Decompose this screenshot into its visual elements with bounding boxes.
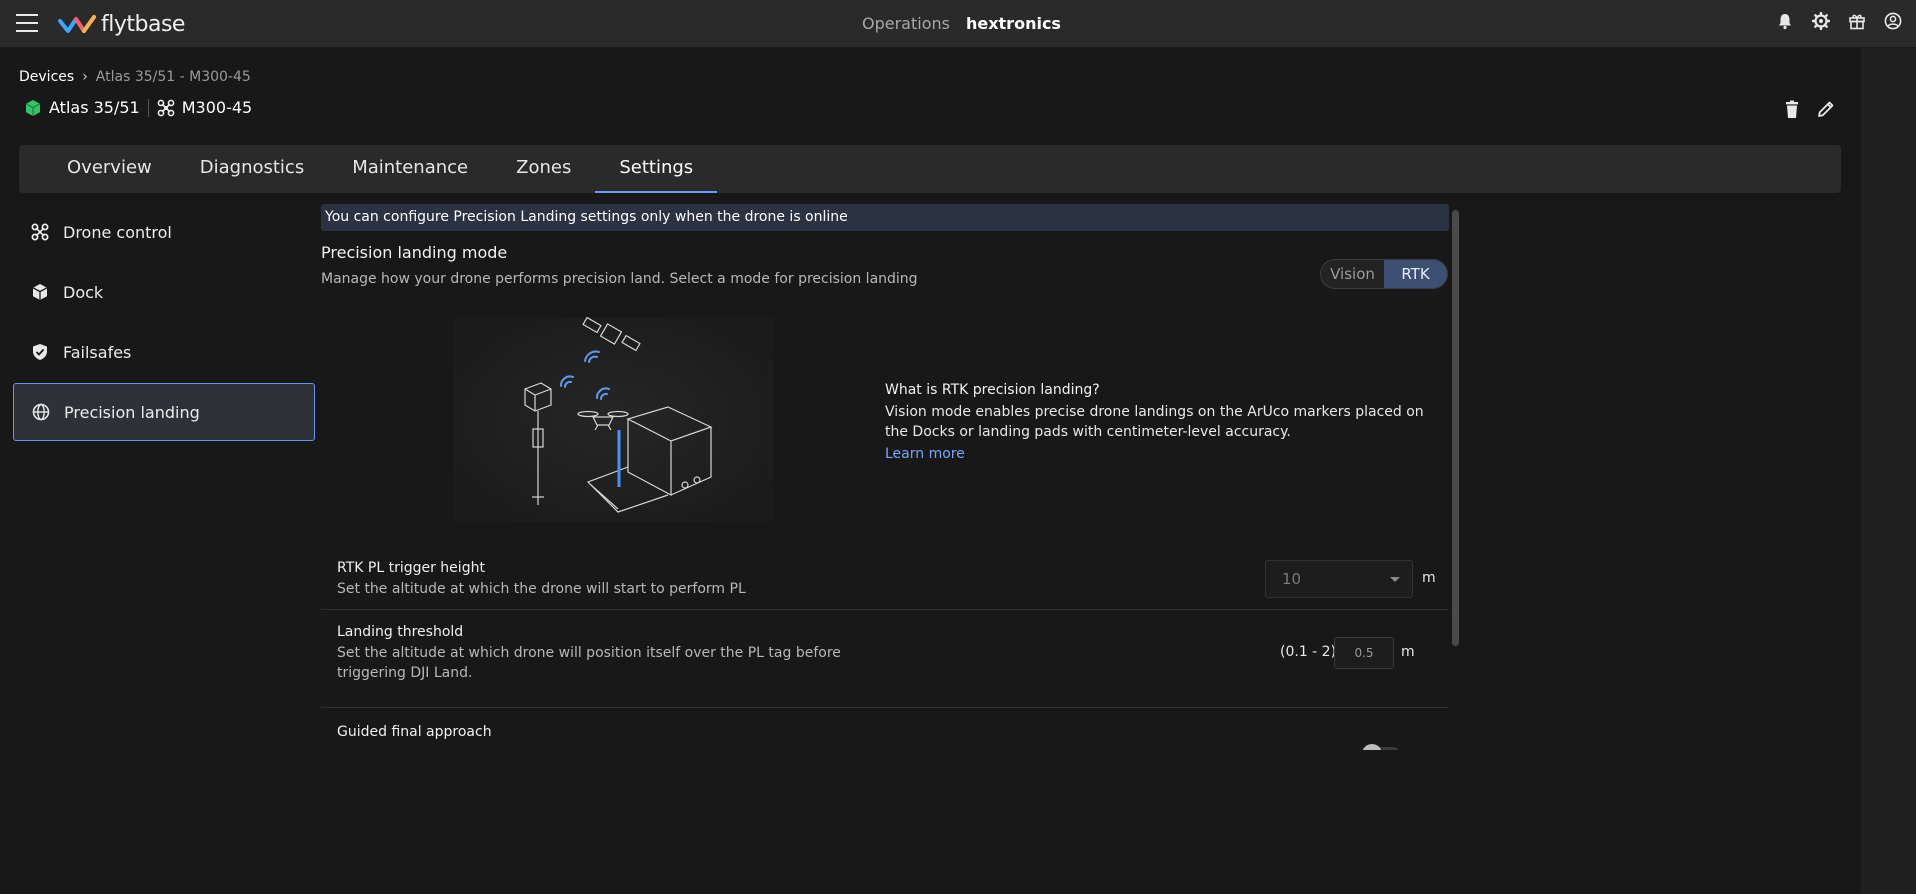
breadcrumb-current: Atlas 35/51 - M300-45 bbox=[95, 69, 251, 85]
sidebar-item-drone-control[interactable]: Drone control bbox=[13, 203, 315, 261]
setting-guided-final-approach: Guided final approach bbox=[321, 709, 1449, 750]
drone-icon bbox=[157, 99, 175, 116]
top-bar: flytbase Operations hextronics bbox=[0, 0, 1916, 48]
trigger-height-value: 10 bbox=[1282, 570, 1302, 588]
sidebar-item-dock[interactable]: Dock bbox=[13, 263, 315, 321]
flytbase-logo-icon bbox=[58, 14, 96, 33]
right-gutter bbox=[1861, 48, 1916, 894]
shield-icon bbox=[33, 344, 47, 360]
drone-name: M300-45 bbox=[181, 98, 253, 117]
mode-option-vision[interactable]: Vision bbox=[1321, 260, 1384, 288]
setting-description: Set the altitude at which drone will pos… bbox=[337, 645, 841, 681]
breadcrumb-devices-link[interactable]: Devices bbox=[19, 69, 74, 85]
tab-zones[interactable]: Zones bbox=[492, 145, 595, 193]
guided-approach-toggle[interactable] bbox=[1362, 744, 1400, 750]
section-subtitle: Manage how your drone performs precision… bbox=[321, 271, 918, 287]
tab-overview[interactable]: Overview bbox=[43, 145, 176, 193]
threshold-range: (0.1 - 2) bbox=[1280, 644, 1337, 660]
threshold-unit: m bbox=[1401, 644, 1415, 660]
info-title: What is RTK precision landing? bbox=[885, 382, 1100, 398]
edit-pencil-icon[interactable] bbox=[1816, 99, 1836, 119]
bell-icon[interactable] bbox=[1776, 12, 1794, 30]
dock-cube-icon bbox=[25, 99, 41, 116]
setting-title: Landing threshold bbox=[337, 624, 464, 640]
tab-diagnostics[interactable]: Diagnostics bbox=[176, 145, 328, 193]
header-icons bbox=[1776, 12, 1902, 30]
breadcrumb-chevron-icon: › bbox=[82, 69, 88, 85]
trash-icon[interactable] bbox=[1782, 99, 1802, 119]
breadcrumb: Devices › Atlas 35/51 - M300-45 bbox=[19, 69, 251, 85]
setting-title: Guided final approach bbox=[337, 724, 492, 740]
sidebar-item-label: Drone control bbox=[63, 222, 172, 242]
header-nav: Operations hextronics bbox=[862, 14, 1061, 33]
account-icon[interactable] bbox=[1884, 12, 1902, 30]
globe-icon bbox=[32, 403, 50, 421]
sidebar-item-label: Dock bbox=[63, 282, 104, 302]
setting-landing-threshold: Landing threshold Set the altitude at wh… bbox=[321, 611, 1449, 708]
precision-mode-toggle: Vision RTK bbox=[1320, 259, 1448, 289]
tab-settings[interactable]: Settings bbox=[595, 145, 718, 193]
setting-rtk-trigger-height: RTK PL trigger height Set the altitude a… bbox=[321, 548, 1449, 610]
gear-icon[interactable] bbox=[1812, 12, 1830, 30]
trigger-height-unit: m bbox=[1422, 570, 1436, 586]
section-title: Precision landing mode bbox=[321, 243, 508, 262]
toggle-knob bbox=[1362, 744, 1382, 750]
mode-option-rtk[interactable]: RTK bbox=[1384, 260, 1447, 288]
dock-name: Atlas 35/51 bbox=[49, 98, 140, 117]
chevron-down-icon bbox=[1390, 577, 1400, 582]
rtk-landing-illustration bbox=[453, 317, 773, 522]
logo-text: flytbase bbox=[101, 12, 185, 37]
setting-title: RTK PL trigger height bbox=[337, 560, 485, 576]
device-tabs: Overview Diagnostics Maintenance Zones S… bbox=[19, 145, 1841, 193]
threshold-input[interactable] bbox=[1334, 637, 1394, 669]
sidebar-item-label: Failsafes bbox=[63, 342, 132, 362]
content-scrollbar[interactable] bbox=[1452, 210, 1459, 646]
drone-icon bbox=[31, 223, 49, 241]
online-required-banner: You can configure Precision Landing sett… bbox=[321, 204, 1449, 231]
flytbase-logo[interactable]: flytbase bbox=[58, 12, 185, 37]
title-divider bbox=[147, 98, 149, 117]
dock-icon bbox=[32, 284, 48, 300]
hamburger-menu-icon[interactable] bbox=[16, 14, 38, 34]
info-body: Vision mode enables precise drone landin… bbox=[885, 404, 1424, 440]
gift-icon[interactable] bbox=[1848, 12, 1866, 30]
tab-maintenance[interactable]: Maintenance bbox=[328, 145, 492, 193]
title-actions bbox=[1782, 99, 1836, 119]
settings-content: You can configure Precision Landing sett… bbox=[321, 204, 1451, 750]
rtk-info: What is RTK precision landing? Vision mo… bbox=[885, 380, 1445, 464]
sidebar-item-precision-landing[interactable]: Precision landing bbox=[13, 383, 315, 441]
learn-more-link[interactable]: Learn more bbox=[885, 444, 965, 464]
sidebar-item-label: Precision landing bbox=[64, 402, 200, 422]
setting-description: Set the altitude at which the drone will… bbox=[337, 581, 746, 597]
device-title: Atlas 35/51 M300-45 bbox=[24, 98, 252, 117]
sidebar-item-failsafes[interactable]: Failsafes bbox=[13, 323, 315, 381]
trigger-height-select[interactable]: 10 bbox=[1265, 560, 1413, 598]
nav-organization[interactable]: hextronics bbox=[966, 14, 1061, 33]
nav-operations[interactable]: Operations bbox=[862, 14, 950, 33]
settings-sidebar: Drone control Dock Failsafes Precision l… bbox=[13, 203, 315, 443]
